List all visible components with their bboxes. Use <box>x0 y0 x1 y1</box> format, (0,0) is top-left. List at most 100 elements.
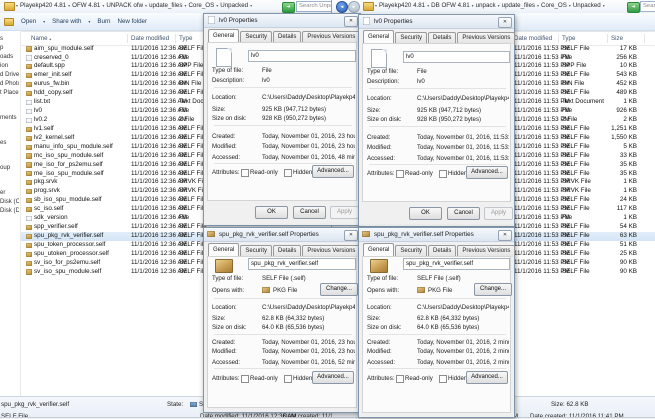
column-divider[interactable] <box>127 34 128 43</box>
sidebar-item[interactable]: oads <box>0 52 19 61</box>
dialog-title-bar[interactable]: lv0 Properties ✕ <box>204 14 360 28</box>
close-icon[interactable]: ✕ <box>498 17 512 28</box>
column-divider[interactable] <box>175 34 176 43</box>
column-header-type[interactable]: Type <box>179 32 192 45</box>
file-row[interactable]: 11/1/2016 11:53 PM SELF File 35 KB <box>508 161 655 170</box>
change-button[interactable]: Change... <box>320 283 358 296</box>
forward-button[interactable]: ► <box>348 1 360 13</box>
file-row[interactable]: 11/1/2016 11:53 PM SELF File 51 KB <box>508 241 655 250</box>
advanced-button[interactable]: Advanced... <box>466 166 508 179</box>
advanced-button[interactable]: Advanced... <box>466 371 508 384</box>
file-row[interactable]: 11/1/2016 11:53 PM SELF File 33 KB <box>508 152 655 161</box>
file-row[interactable]: 11/1/2016 11:53 PM SELF File 489 KB <box>508 89 655 98</box>
close-icon[interactable]: ✕ <box>344 16 358 27</box>
file-row[interactable]: 11/1/2016 11:53 PM File 926 KB <box>508 107 655 116</box>
file-row[interactable]: 11/1/2016 11:53 PM SELF File 25 KB <box>508 250 655 259</box>
breadcrumb-segment[interactable]: OFW 4.81 ▾ <box>72 2 104 9</box>
file-row[interactable]: 11/1/2016 11:53 PM SELF File 1,251 KB <box>508 125 655 134</box>
file-row[interactable]: 11/1/2016 11:53 PM SELF File 90 KB <box>508 268 655 277</box>
sidebar-item[interactable]: Disk (D:) <box>0 206 19 215</box>
sidebar-item[interactable]: p <box>0 43 19 52</box>
file-row[interactable]: 11/1/2016 11:53 PM SELF File 17 KB <box>508 45 655 54</box>
file-row[interactable]: 11/1/2016 11:53 PM SELF File 5 KB <box>508 143 655 152</box>
breadcrumb-segment[interactable]: UNPACK ofw ▾ <box>106 2 147 9</box>
sidebar-item[interactable]: d Drive <box>0 70 19 79</box>
sidebar-item[interactable]: Disk (C:) <box>0 197 19 206</box>
file-name-input[interactable]: lv0 <box>403 51 510 63</box>
advanced-button[interactable]: Advanced... <box>312 371 354 384</box>
cancel-button[interactable]: Cancel <box>447 207 480 220</box>
dialog-title-bar[interactable]: spu_pkg_rvk_verifier.self Properties ✕ <box>359 228 514 242</box>
close-icon[interactable]: ✕ <box>344 230 358 241</box>
column-divider[interactable] <box>644 34 645 43</box>
sidebar-item[interactable]: er <box>0 188 19 197</box>
file-row[interactable]: 11/1/2016 11:53 PM SRVK File 1 KB <box>508 187 655 196</box>
share-with-button[interactable]: Share with <box>52 18 81 25</box>
hidden-checkbox[interactable] <box>439 375 447 383</box>
breadcrumb-segment[interactable]: DB OFW 4.81 ▾ <box>431 2 474 9</box>
dialog-tab[interactable]: General <box>208 29 240 43</box>
file-row[interactable]: 11/1/2016 11:53 PM SRVK File 1 KB <box>508 178 655 187</box>
column-header-type[interactable]: Type <box>562 32 575 45</box>
go-button[interactable]: ➜ <box>282 1 295 13</box>
breadcrumb-segment[interactable]: Core_OS ▾ <box>541 2 571 9</box>
search-input[interactable]: Search Unpacked <box>296 1 335 12</box>
new-folder-button[interactable]: New folder <box>117 18 147 25</box>
hidden-checkbox[interactable] <box>284 375 292 383</box>
file-name-input[interactable]: spu_pkg_rvk_verifier.self <box>248 258 356 270</box>
column-header-date-modified[interactable]: Date modified <box>514 32 552 45</box>
sidebar-item[interactable]: oup <box>0 163 19 172</box>
breadcrumb-segment[interactable]: update_files ▾ <box>149 2 186 9</box>
dialog-tab[interactable]: General <box>363 30 395 44</box>
read-only-checkbox[interactable] <box>241 375 249 383</box>
file-name-input[interactable]: spu_pkg_rvk_verifier.self <box>403 258 510 270</box>
right-breadcrumb[interactable]: ▾ Playekp420 4.81 ▾ DB OFW 4.81 ▾ unpack… <box>375 2 605 9</box>
chevron-down-icon[interactable]: ▾ <box>43 19 45 24</box>
cancel-button[interactable]: Cancel <box>293 206 326 219</box>
column-divider[interactable] <box>558 34 559 43</box>
file-row[interactable]: 11/1/2016 11:53 PM SELF File 117 KB <box>508 205 655 214</box>
file-row[interactable]: 11/1/2016 11:53 PM File 256 KB <box>508 54 655 63</box>
breadcrumb-segment[interactable]: Core_OS ▾ <box>188 2 218 9</box>
back-button[interactable]: ◄ <box>336 1 348 13</box>
apply-button[interactable]: Apply <box>330 206 359 219</box>
file-row[interactable]: 11/1/2016 11:53 PM 2 File 2 KB <box>508 116 655 125</box>
left-breadcrumb[interactable]: ▾ Playekp420 4.81 ▾ OFW 4.81 ▾ UNPACK of… <box>16 2 252 9</box>
go-button[interactable]: ➜ <box>627 1 640 13</box>
advanced-button[interactable]: Advanced... <box>312 165 354 178</box>
column-header-date-modified[interactable]: Date modified <box>131 32 169 45</box>
sidebar-item[interactable]: s <box>0 34 19 43</box>
file-row[interactable]: 11/1/2016 11:53 PM SELF File 54 KB <box>508 223 655 232</box>
burn-button[interactable]: Burn <box>97 18 110 25</box>
breadcrumb-segment[interactable]: Unpacked ▾ <box>220 2 252 9</box>
hidden-checkbox[interactable] <box>284 169 292 177</box>
breadcrumb-segment[interactable]: unpack ▾ <box>476 2 500 9</box>
file-row[interactable]: 11/1/2016 11:53 PM BIN File 452 KB <box>508 80 655 89</box>
close-icon[interactable]: ✕ <box>498 230 512 241</box>
file-row[interactable]: 11/1/2016 11:53 PM SELF File 35 KB <box>508 170 655 179</box>
dialog-tab[interactable]: General <box>363 243 395 257</box>
file-row[interactable]: 11/1/2016 11:53 PM File 1 KB <box>508 214 655 223</box>
sidebar-item[interactable]: ion <box>0 61 19 70</box>
file-name-input[interactable]: lv0 <box>248 50 356 62</box>
dialog-tab[interactable]: General <box>208 243 240 257</box>
ok-button[interactable]: OK <box>409 207 442 220</box>
read-only-checkbox[interactable] <box>396 170 404 178</box>
file-row[interactable]: 11/1/2016 11:53 PM SELF File 63 KB <box>508 231 655 241</box>
column-header-size[interactable]: Size <box>611 32 623 45</box>
dialog-title-bar[interactable]: lv0 Properties ✕ <box>359 15 514 29</box>
column-divider[interactable] <box>607 34 608 43</box>
hidden-checkbox[interactable] <box>439 170 447 178</box>
open-button[interactable]: Open <box>21 18 36 25</box>
breadcrumb-segment[interactable]: Unpacked ▾ <box>573 2 605 9</box>
file-row[interactable]: 11/1/2016 11:53 PM SELF File 24 KB <box>508 196 655 205</box>
search-input[interactable]: Search <box>640 1 655 12</box>
file-row[interactable]: 11/1/2016 11:53 PM SELF File 90 KB <box>508 259 655 268</box>
sidebar-item[interactable]: t Places <box>0 88 19 97</box>
breadcrumb-segment[interactable]: Playekp420 4.81 ▾ <box>20 2 70 9</box>
read-only-checkbox[interactable] <box>396 375 404 383</box>
column-header-name[interactable]: Name ▴ <box>31 32 51 45</box>
read-only-checkbox[interactable] <box>241 169 249 177</box>
sidebar-item[interactable]: ments <box>0 113 19 122</box>
file-row[interactable]: 11/1/2016 11:53 PM SELF File 1,550 KB <box>508 134 655 143</box>
